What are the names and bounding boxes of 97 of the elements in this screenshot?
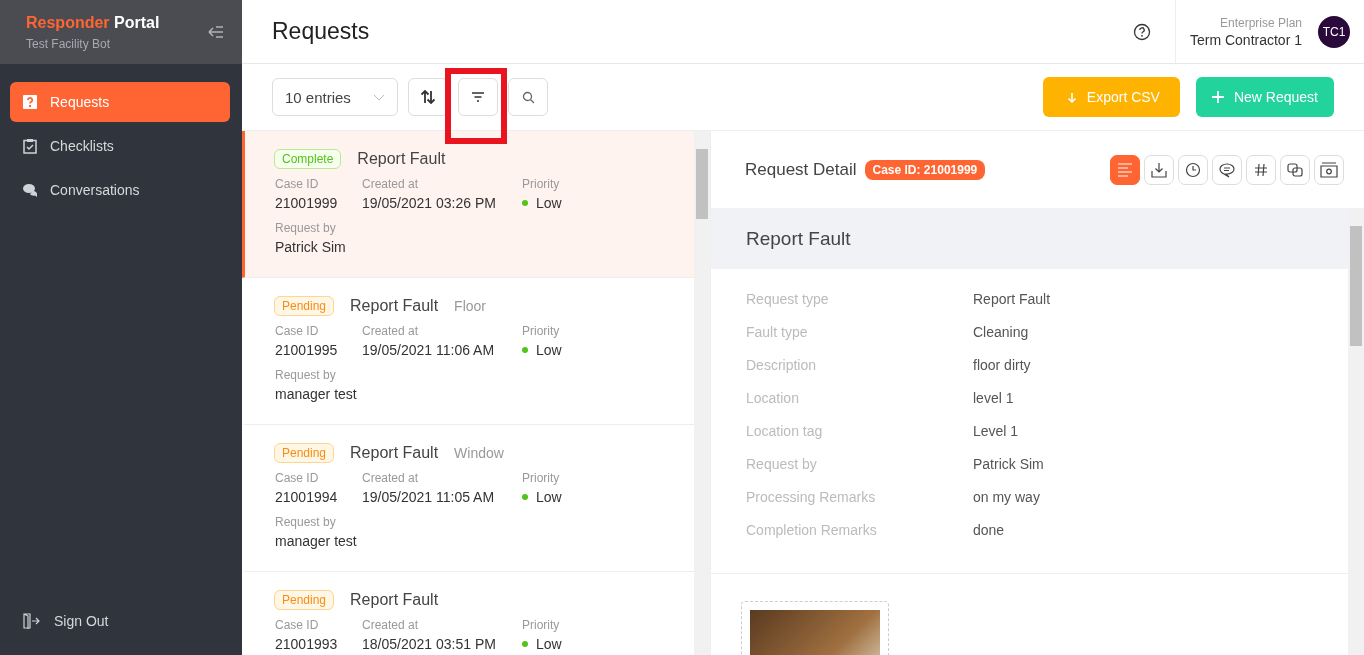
clock-icon — [1185, 161, 1201, 178]
requester-name: manager test — [275, 386, 358, 402]
search-button[interactable] — [508, 78, 548, 116]
field-label: Created at — [362, 324, 420, 338]
priority-value: Low — [536, 636, 562, 652]
requester-name: manager test — [275, 533, 358, 549]
detail-heading: Report Fault — [711, 208, 1348, 269]
nav-item[interactable]: Checklists — [10, 126, 230, 166]
sign-out-link[interactable]: Sign Out — [0, 613, 242, 629]
priority-value: Low — [536, 195, 562, 211]
filter-button[interactable] — [458, 78, 498, 116]
request-card[interactable]: Pending Report Fault Floor Case ID 21001995 Created at 19/05/2021 11:06 AM Priority Low Request by manager test — [242, 278, 694, 425]
field-label: Created at — [362, 177, 420, 191]
plan-label: Enterprise Plan — [1218, 15, 1302, 30]
field-label: Request by — [275, 221, 337, 235]
field-label: Priority — [522, 324, 561, 338]
user-name: Term Contractor 1 — [1189, 31, 1302, 48]
status-tag: Pending — [274, 296, 335, 316]
requester-name: Patrick Sim — [275, 239, 347, 255]
chevron-down-icon — [373, 93, 385, 101]
clipboard-icon — [22, 138, 38, 154]
field-label: Completion Remarks — [746, 522, 878, 540]
field-label: Case ID — [275, 324, 320, 338]
user-avatar[interactable]: TC1 — [1318, 15, 1350, 48]
field-label: Request type — [746, 291, 830, 309]
case-id-badge: Case ID: 21001999 — [864, 159, 986, 180]
request-card[interactable]: Complete Report Fault Case ID 21001999 Created at 19/05/2021 03:26 PM Priority Low Request by Patrick Sim — [242, 131, 694, 278]
priority-value: Low — [536, 342, 562, 358]
entries-select[interactable]: 10 entries — [272, 78, 398, 116]
download-icon — [1151, 161, 1167, 178]
field-value: done — [973, 522, 1005, 540]
plus-icon — [1211, 91, 1224, 103]
request-title: Report Fault — [350, 297, 439, 315]
camera-icon — [1320, 161, 1338, 178]
field-label: Case ID — [275, 471, 320, 485]
lines-icon — [1117, 162, 1133, 177]
case-id: 21001993 — [275, 636, 339, 652]
field-value: level 1 — [973, 390, 1014, 408]
created-date: 19/05/2021 11:05 AM — [362, 489, 496, 505]
app-logo: Responder Portal — [26, 13, 161, 32]
case-id: 21001994 — [275, 489, 339, 505]
request-card[interactable]: Pending Report Fault Window Case ID 21001994 Created at 19/05/2021 11:05 AM Priority Low Request by manager test — [242, 425, 694, 572]
field-label: Request by — [275, 368, 337, 382]
field-label: Priority — [522, 177, 561, 191]
field-label: Description — [746, 357, 818, 375]
field-value: Patrick Sim — [973, 456, 1044, 474]
request-title: Report Fault — [350, 591, 439, 609]
request-card[interactable]: Pending Report Fault Case ID 21001993 Created at 18/05/2021 03:51 PM Priority Low — [242, 572, 694, 655]
field-label: Location — [746, 390, 800, 408]
workspace-name: Test Facility Bot — [26, 36, 112, 51]
field-label: Created at — [362, 618, 420, 632]
priority-value: Low — [536, 489, 562, 505]
speech-bubble-icon — [1219, 161, 1235, 178]
field-label: Case ID — [275, 618, 320, 632]
field-label: Priority — [522, 618, 561, 632]
linked-squares-icon — [1287, 161, 1303, 178]
case-id: 21001995 — [275, 342, 339, 358]
scrollbar[interactable] — [694, 131, 710, 655]
case-id: 21001999 — [275, 195, 339, 211]
detail-title: Request Detail — [745, 159, 857, 180]
collapse-icon[interactable] — [208, 25, 224, 39]
field-label: Request by — [275, 515, 337, 529]
sort-arrows-icon — [420, 90, 436, 104]
request-title: Report Fault — [350, 444, 439, 462]
page-title: Requests — [272, 18, 371, 45]
question-icon — [22, 94, 38, 110]
field-label: Created at — [362, 471, 420, 485]
exit-door-icon — [22, 613, 40, 629]
filter-icon — [471, 92, 485, 102]
field-value: on my way — [973, 489, 1040, 507]
search-icon — [521, 90, 535, 104]
field-label: Priority — [522, 471, 561, 485]
arrow-down-icon — [1066, 91, 1077, 103]
field-value: Level 1 — [973, 423, 1019, 441]
status-tag: Pending — [274, 590, 335, 610]
field-value: Report Fault — [973, 291, 1051, 309]
field-label: Case ID — [275, 177, 320, 191]
help-icon[interactable] — [1132, 22, 1151, 41]
nav-item[interactable]: Conversations — [10, 170, 230, 210]
field-label: Location tag — [746, 423, 824, 441]
field-value: Cleaning — [973, 324, 1029, 342]
field-label: Fault type — [746, 324, 809, 342]
hash-icon — [1254, 162, 1268, 177]
request-title: Report Fault — [357, 150, 446, 168]
status-tag: Complete — [274, 149, 342, 169]
field-label: Processing Remarks — [746, 489, 877, 507]
status-tag: Pending — [274, 443, 335, 463]
field-value: floor dirty — [973, 357, 1031, 375]
scrollbar[interactable] — [1348, 208, 1364, 655]
sort-button[interactable] — [408, 78, 448, 116]
request-subtype: Floor — [454, 298, 486, 314]
created-date: 18/05/2021 03:51 PM — [362, 636, 497, 652]
chat-icon — [22, 182, 38, 198]
created-date: 19/05/2021 03:26 PM — [362, 195, 497, 211]
request-subtype: Window — [454, 445, 504, 461]
created-date: 19/05/2021 11:06 AM — [362, 342, 496, 358]
field-label: Request by — [746, 456, 818, 474]
